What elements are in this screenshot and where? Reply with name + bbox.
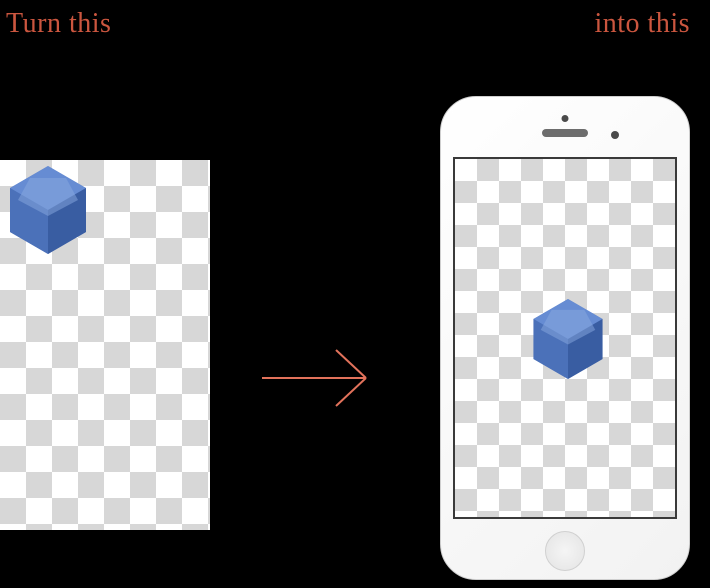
- phone-screen: [453, 157, 677, 519]
- source-image-panel: [0, 160, 210, 530]
- hexagon-logo-icon: [10, 166, 86, 254]
- phone-speaker-icon: [542, 129, 588, 137]
- phone-sensor-icon: [562, 115, 569, 122]
- diagram-stage: [0, 40, 710, 580]
- arrow-right-icon: [258, 338, 378, 418]
- phone-home-button-icon: [545, 531, 585, 571]
- phone-front-camera-icon: [611, 131, 619, 139]
- title-left: Turn this: [6, 8, 111, 40]
- hexagon-logo-icon: [533, 299, 603, 379]
- title-right: into this: [594, 8, 690, 40]
- phone-mockup: [440, 96, 690, 580]
